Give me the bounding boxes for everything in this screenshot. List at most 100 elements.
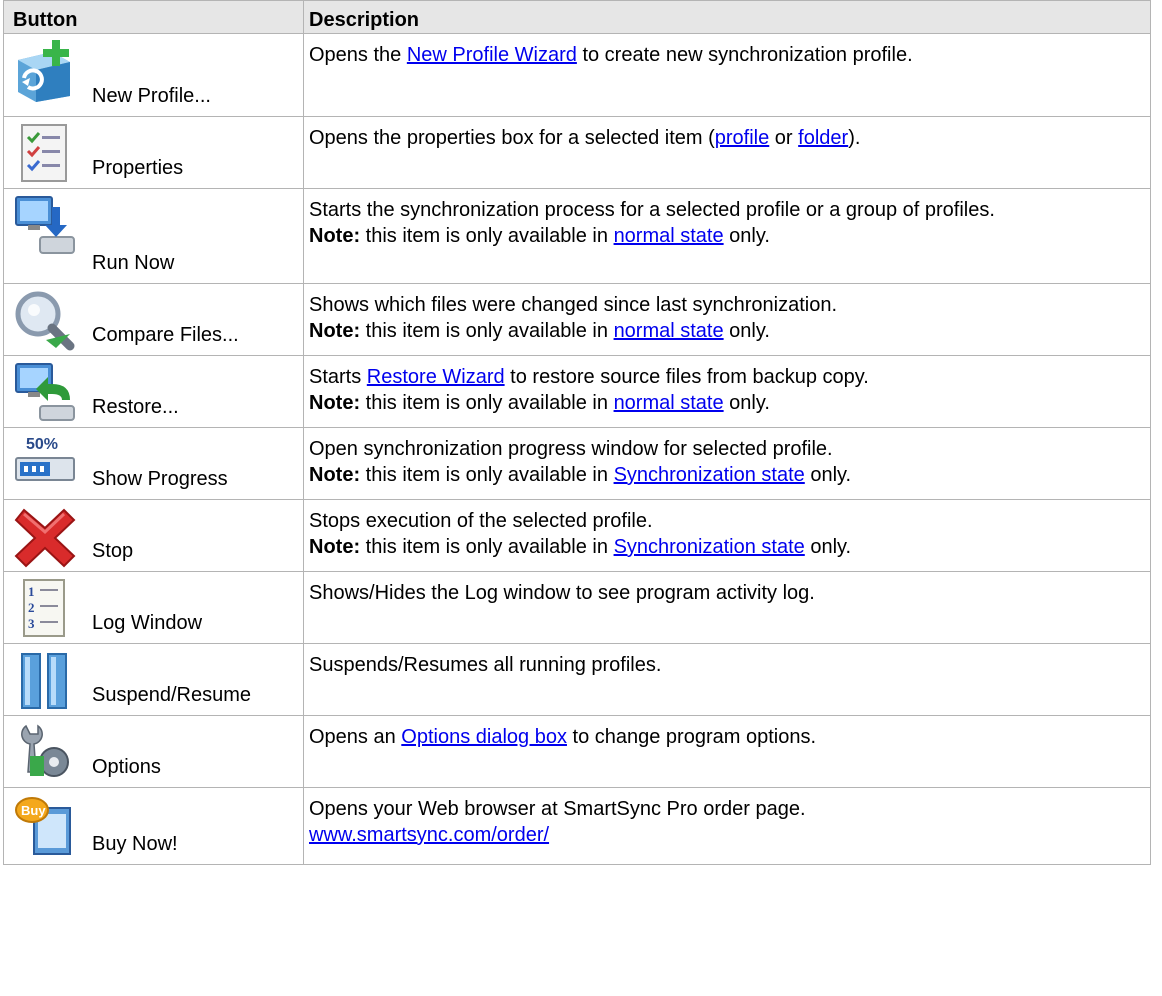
description-text: Starts the synchronization process for a… <box>309 199 995 221</box>
table-row: Options Opens an Options dialog box to c… <box>3 715 1151 788</box>
description-cell: Starts the synchronization process for a… <box>303 188 1151 284</box>
button-cell: Buy Buy Now! <box>3 787 304 865</box>
note-text: only. <box>804 536 852 558</box>
progress-percent-text: 50% <box>26 436 58 453</box>
button-cell: 1 2 3 Log Window <box>3 571 304 644</box>
folder-link[interactable]: folder <box>798 127 848 149</box>
new-profile-wizard-link[interactable]: New Profile Wizard <box>407 44 577 66</box>
button-cell: Suspend/Resume <box>3 643 304 716</box>
description-text: Opens the <box>309 44 407 66</box>
note-label: Note: <box>309 464 361 486</box>
toolbar-buttons-table: Button Description New Profile... Opens … <box>3 0 1151 865</box>
description-text: Shows which files were changed since las… <box>309 294 838 316</box>
description-cell: Starts Restore Wizard to restore source … <box>303 355 1151 428</box>
table-row: Run Now Starts the synchronization proce… <box>3 188 1151 284</box>
note-text: this item is only available in <box>360 464 614 486</box>
button-cell: New Profile... <box>3 33 304 117</box>
normal-state-link[interactable]: normal state <box>614 392 724 414</box>
button-label: Suspend/Resume <box>92 684 251 706</box>
button-label: Run Now <box>92 252 175 274</box>
normal-state-link[interactable]: normal state <box>614 225 724 247</box>
note-label: Note: <box>309 320 361 342</box>
table-row: Compare Files... Shows which files were … <box>3 283 1151 356</box>
button-cell: Restore... <box>3 355 304 428</box>
button-cell: Properties <box>3 116 304 189</box>
show-progress-icon: 50% <box>12 432 78 498</box>
description-text: to restore source files from backup copy… <box>504 366 869 388</box>
options-dialog-box-link[interactable]: Options dialog box <box>401 726 567 748</box>
log-window-icon: 1 2 3 <box>12 576 78 642</box>
description-text: Opens your Web browser at SmartSync Pro … <box>309 798 806 820</box>
note-text: only. <box>804 464 852 486</box>
description-cell: Stops execution of the selected profile.… <box>303 499 1151 572</box>
column-header-description: Description <box>303 0 1151 34</box>
order-page-link[interactable]: www.smartsync.com/order/ <box>309 824 549 846</box>
note-text: this item is only available in <box>360 225 614 247</box>
description-text: Opens the properties box for a selected … <box>309 127 715 149</box>
buy-badge-text: Buy <box>21 803 46 818</box>
table-row: Properties Opens the properties box for … <box>3 116 1151 189</box>
table-row: Buy Buy Now! Opens your Web browser at S… <box>3 787 1151 865</box>
description-text: Shows/Hides the Log window to see progra… <box>309 582 815 604</box>
table-header-row: Button Description <box>3 0 1151 34</box>
button-label: Buy Now! <box>92 833 178 855</box>
description-text: Opens an <box>309 726 402 748</box>
note-text: this item is only available in <box>360 392 614 414</box>
description-text: to change program options. <box>566 726 817 748</box>
stop-icon <box>12 504 78 570</box>
run-now-icon <box>12 193 78 259</box>
svg-text:3: 3 <box>28 616 35 631</box>
description-text: or <box>769 127 799 149</box>
description-text: Suspends/Resumes all running profiles. <box>309 654 662 676</box>
description-cell: Opens the properties box for a selected … <box>303 116 1151 189</box>
new-profile-icon <box>12 38 78 104</box>
button-label: Restore... <box>92 396 179 418</box>
table-row: Suspend/Resume Suspends/Resumes all runn… <box>3 643 1151 716</box>
restore-wizard-link[interactable]: Restore Wizard <box>367 366 505 388</box>
table-row: Restore... Starts Restore Wizard to rest… <box>3 355 1151 428</box>
button-label: Log Window <box>92 612 203 634</box>
note-text: only. <box>723 392 770 414</box>
button-cell: Run Now <box>3 188 304 284</box>
button-cell: 50% Show Progress <box>3 427 304 500</box>
note-text: only. <box>723 320 770 342</box>
description-text: ). <box>848 127 861 149</box>
normal-state-link[interactable]: normal state <box>614 320 724 342</box>
note-label: Note: <box>309 392 361 414</box>
buy-now-icon: Buy <box>12 792 78 858</box>
table-row: 1 2 3 Log Window Shows/Hides the Log win… <box>3 571 1151 644</box>
profile-link[interactable]: profile <box>715 127 769 149</box>
description-text: to create new synchronization profile. <box>576 44 913 66</box>
table-row: 50% Show Progress Open synchronization p… <box>3 427 1151 500</box>
button-cell: Options <box>3 715 304 788</box>
properties-icon <box>12 121 78 187</box>
synchronization-state-link[interactable]: Synchronization state <box>614 536 805 558</box>
options-icon <box>12 720 78 786</box>
compare-files-icon <box>12 288 78 354</box>
description-cell: Shows/Hides the Log window to see progra… <box>303 571 1151 644</box>
description-cell: Opens the New Profile Wizard to create n… <box>303 33 1151 117</box>
table-row: New Profile... Opens the New Profile Wiz… <box>3 33 1151 117</box>
button-label: Options <box>92 756 161 778</box>
description-cell: Shows which files were changed since las… <box>303 283 1151 356</box>
column-header-button: Button <box>3 0 304 34</box>
svg-text:1: 1 <box>28 584 35 599</box>
button-label: New Profile... <box>92 85 211 107</box>
button-cell: Compare Files... <box>3 283 304 356</box>
description-cell: Suspends/Resumes all running profiles. <box>303 643 1151 716</box>
description-text: Stops execution of the selected profile. <box>309 510 653 532</box>
button-label: Stop <box>92 540 134 562</box>
restore-icon <box>12 360 78 426</box>
note-text: only. <box>723 225 770 247</box>
note-text: this item is only available in <box>360 536 614 558</box>
table-row: Stop Stops execution of the selected pro… <box>3 499 1151 572</box>
synchronization-state-link[interactable]: Synchronization state <box>614 464 805 486</box>
description-cell: Opens an Options dialog box to change pr… <box>303 715 1151 788</box>
note-label: Note: <box>309 225 361 247</box>
button-label: Properties <box>92 157 184 179</box>
note-text: this item is only available in <box>360 320 614 342</box>
description-cell: Open synchronization progress window for… <box>303 427 1151 500</box>
description-text: Starts <box>309 366 367 388</box>
suspend-resume-icon <box>12 648 78 714</box>
description-cell: Opens your Web browser at SmartSync Pro … <box>303 787 1151 865</box>
